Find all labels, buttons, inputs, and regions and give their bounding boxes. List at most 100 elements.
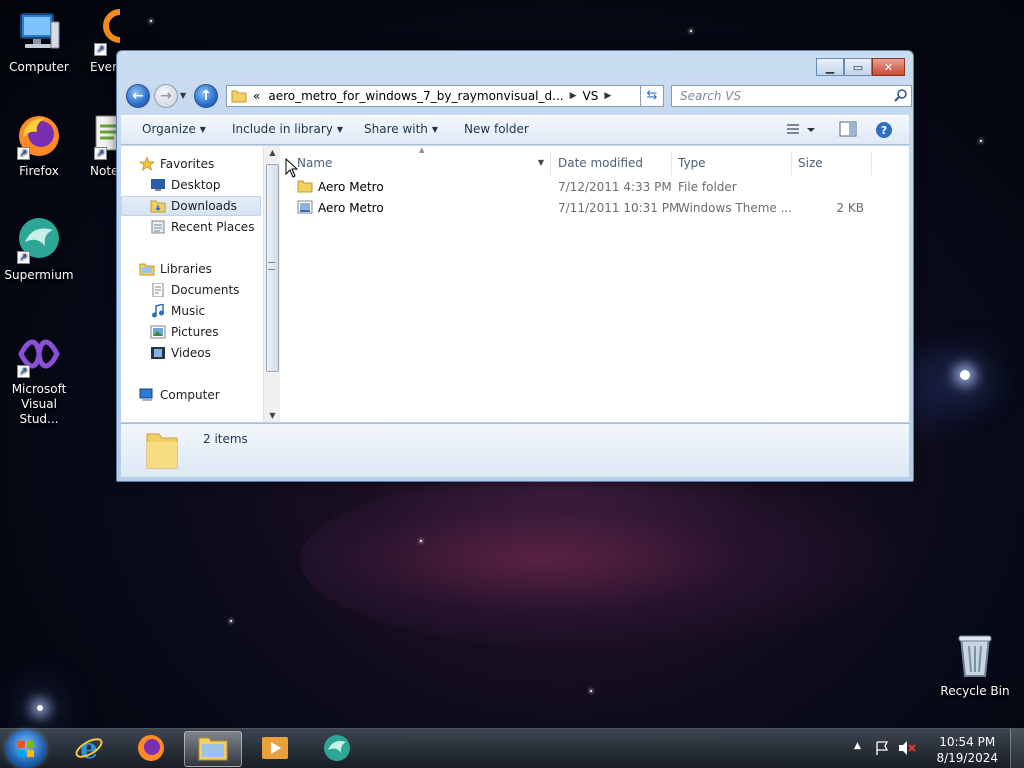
wallpaper-star <box>960 370 970 380</box>
start-button[interactable] <box>6 730 46 768</box>
change-view-icon[interactable] <box>785 121 815 139</box>
forward-button[interactable]: → <box>154 84 178 108</box>
recent-pages-dropdown-icon[interactable]: ▼ <box>180 91 186 100</box>
share-with-button[interactable]: Share with ▼ <box>364 122 438 136</box>
breadcrumb-arrow-icon[interactable]: ▶ <box>604 91 611 101</box>
taskbar-internet-explorer[interactable]: e <box>60 731 118 767</box>
file-row[interactable]: Aero Metro 7/11/2011 10:31 PM Windows Th… <box>281 199 909 219</box>
nav-label: Music <box>171 304 206 318</box>
back-button[interactable]: ← <box>126 84 150 108</box>
taskbar-supermium[interactable] <box>308 731 366 767</box>
desktop-icon-firefox[interactable]: ↗ Firefox <box>2 112 76 179</box>
new-folder-label: New folder <box>464 122 529 136</box>
internet-explorer-icon: e <box>74 732 104 766</box>
nav-pictures[interactable]: Pictures <box>121 322 261 342</box>
shortcut-arrow-icon: ↗ <box>94 43 107 56</box>
taskbar-clock[interactable]: 10:54 PM 8/19/2024 <box>936 734 998 766</box>
include-in-library-button[interactable]: Include in library ▼ <box>232 122 343 136</box>
nav-music[interactable]: Music <box>121 301 261 321</box>
nav-libraries[interactable]: Libraries <box>121 259 261 279</box>
shortcut-arrow-icon: ↗ <box>17 251 30 264</box>
desktop-icon-visual-studio[interactable]: ↗ Microsoft Visual Stud... <box>2 330 76 427</box>
address-segment[interactable]: VS <box>577 89 605 103</box>
address-bar[interactable]: « aero_metro_for_windows_7_by_raymonvisu… <box>226 85 660 107</box>
file-name: Aero Metro <box>318 180 384 194</box>
organize-button[interactable]: Organize ▼ <box>142 122 206 136</box>
wallpaper-star <box>150 20 152 22</box>
clock-date: 8/19/2024 <box>936 751 998 765</box>
nav-recent-places[interactable]: Recent Places <box>121 217 261 237</box>
desktop-icon-notepad[interactable]: ↗ Notep <box>78 112 120 179</box>
windows-explorer-icon <box>197 734 229 765</box>
theme-file-icon <box>297 200 313 217</box>
nav-computer[interactable]: Computer <box>121 385 261 405</box>
up-button[interactable]: ↑ <box>194 84 218 108</box>
firefox-icon: ↗ <box>15 112 63 160</box>
nav-downloads[interactable]: Downloads <box>121 196 261 216</box>
show-hidden-icons-icon[interactable]: ▲ <box>854 741 861 751</box>
taskbar-windows-explorer[interactable] <box>184 731 242 767</box>
desktop-icon-label: Notep <box>90 164 120 178</box>
column-header-type[interactable]: Type <box>672 151 792 175</box>
breadcrumb-arrow-icon[interactable]: ▶ <box>570 91 577 101</box>
desktop-icon-supermium[interactable]: ↗ Supermium <box>2 216 76 283</box>
new-folder-button[interactable]: New folder <box>464 122 529 136</box>
file-date: 7/12/2011 4:33 PM <box>558 180 672 194</box>
navigation-pane-scrollbar[interactable]: ▲ ▼ <box>263 146 280 422</box>
desktop-icon-recycle-bin[interactable]: Recycle Bin <box>938 632 1012 699</box>
explorer-window[interactable]: ▁ ▭ ✕ ← → ▼ ↑ « aero_metro_for_windows_7… <box>116 50 914 482</box>
action-center-flag-icon[interactable] <box>874 740 890 759</box>
nav-label: Favorites <box>160 157 215 171</box>
desktop-icon-computer[interactable]: Computer <box>2 8 76 75</box>
navigation-pane[interactable]: Favorites Desktop Downloads Recent Place… <box>121 146 263 422</box>
nav-favorites[interactable]: Favorites <box>121 154 261 174</box>
organize-label: Organize <box>142 122 196 136</box>
desktop-icon-everything[interactable]: ↗ Every <box>78 8 120 75</box>
scroll-up-icon[interactable]: ▲ <box>264 148 281 157</box>
nav-documents[interactable]: Documents <box>121 280 261 300</box>
taskbar-media-player[interactable] <box>246 731 304 767</box>
share-with-label: Share with <box>364 122 428 136</box>
folder-icon <box>297 179 313 196</box>
shortcut-arrow-icon: ↗ <box>17 365 30 378</box>
everything-search-icon: ↗ <box>78 8 120 56</box>
volume-muted-icon[interactable] <box>898 740 916 759</box>
clock-time: 10:54 PM <box>939 735 996 749</box>
shortcut-arrow-icon: ↗ <box>17 147 30 160</box>
wallpaper-star <box>590 690 592 692</box>
file-row[interactable]: Aero Metro 7/12/2011 4:33 PM File folder <box>281 178 909 198</box>
nav-label: Desktop <box>171 178 221 192</box>
caption-buttons: ▁ ▭ ✕ <box>816 58 905 76</box>
nav-label: Libraries <box>160 262 212 276</box>
videos-icon <box>150 346 166 360</box>
preview-pane-icon[interactable] <box>839 121 859 139</box>
column-header-size[interactable]: Size <box>792 151 872 175</box>
file-date: 7/11/2011 10:31 PM <box>558 201 680 215</box>
nav-videos[interactable]: Videos <box>121 343 261 363</box>
help-icon[interactable]: ? <box>875 121 895 139</box>
address-chevron[interactable]: « <box>247 89 266 103</box>
column-header-name[interactable]: Name ▼ <box>291 151 551 175</box>
content-area: Favorites Desktop Downloads Recent Place… <box>121 146 909 422</box>
file-list[interactable]: ▲ Name ▼ Date modified Type Size Aero Me… <box>281 146 909 422</box>
search-input[interactable]: Search VS <box>671 85 912 107</box>
column-header-date-modified[interactable]: Date modified <box>552 151 672 175</box>
show-desktop-button[interactable] <box>1010 729 1024 768</box>
refresh-button[interactable]: ⇆ <box>640 85 664 107</box>
address-segment[interactable]: aero_metro_for_windows_7_by_raymonvisual… <box>266 89 569 103</box>
column-filter-dropdown-icon[interactable]: ▼ <box>538 151 544 175</box>
minimize-button[interactable]: ▁ <box>816 58 844 76</box>
column-label: Type <box>678 156 706 170</box>
close-button[interactable]: ✕ <box>872 58 905 76</box>
taskbar-firefox[interactable] <box>122 731 180 767</box>
desktop-icon-label: Recycle Bin <box>940 684 1010 698</box>
nav-label: Documents <box>171 283 240 297</box>
nav-desktop[interactable]: Desktop <box>121 175 261 195</box>
documents-icon <box>150 282 166 298</box>
caret-down-icon: ▼ <box>199 124 206 134</box>
taskbar: e ▲ 10:54 PM 8/19/2024 <box>0 728 1024 768</box>
maximize-button[interactable]: ▭ <box>844 58 872 76</box>
desktop-icon-label: Microsoft Visual Stud... <box>11 382 67 426</box>
search-icon[interactable] <box>894 88 908 102</box>
scroll-down-icon[interactable]: ▼ <box>264 411 281 420</box>
